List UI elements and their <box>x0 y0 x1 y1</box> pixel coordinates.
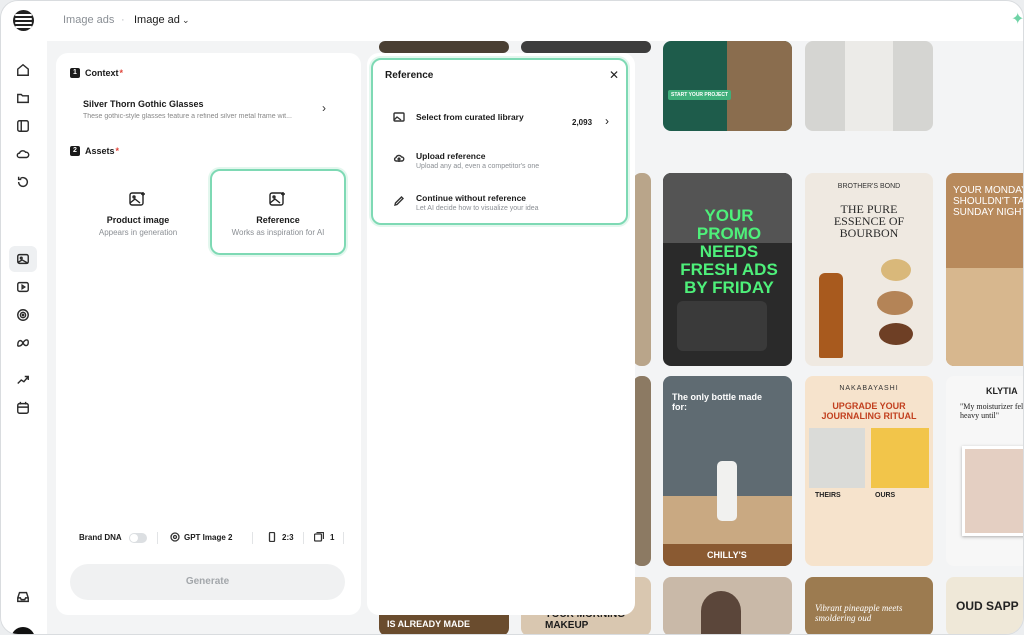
aspect-ratio-selector[interactable]: 2:3 <box>282 533 294 542</box>
gallery-tile[interactable] <box>663 577 792 634</box>
context-description: These gothic-style glasses feature a ref… <box>83 113 292 120</box>
divider <box>252 532 253 544</box>
breadcrumb-separator: · <box>121 14 125 26</box>
upload-reference-subtitle: Upload any ad, even a competitor's one <box>416 163 540 170</box>
brand-dna-toggle[interactable] <box>129 533 147 543</box>
gallery-tile[interactable]: START YOUR PROJECT <box>663 41 792 131</box>
image-count-selector[interactable]: 1 <box>330 533 334 542</box>
gallery-tile[interactable] <box>633 173 651 366</box>
close-icon[interactable]: ✕ <box>609 68 619 82</box>
required-mark: * <box>119 68 124 78</box>
product-image-subtitle: Appears in generation <box>98 228 178 237</box>
divider <box>343 532 344 544</box>
context-title: Silver Thorn Gothic Glasses <box>83 99 204 109</box>
reference-subtitle: Works as inspiration for AI <box>231 228 325 237</box>
gallery-tile[interactable]: NAKABAYASHI UPGRADE YOUR JOURNALING RITU… <box>805 376 933 566</box>
no-reference-title: Continue without reference <box>416 193 527 203</box>
library-icon[interactable] <box>14 117 32 135</box>
gallery-tile[interactable]: OUD SAPP <box>946 577 1023 634</box>
gallery-icon <box>393 110 405 122</box>
breadcrumb-current[interactable]: Image ad <box>134 14 180 26</box>
top-bar: Image ads · Image ad ⌄ ✦ <box>1 1 1024 41</box>
gallery-tile[interactable] <box>805 41 933 131</box>
reference-panel-title: Reference <box>385 70 434 81</box>
history-icon[interactable] <box>14 173 32 191</box>
logo-icon[interactable] <box>13 10 34 31</box>
chevron-down-icon[interactable]: ⌄ <box>182 15 190 26</box>
cloud-icon[interactable] <box>14 145 32 163</box>
required-mark: * <box>115 146 120 156</box>
divider <box>303 532 304 544</box>
chevron-right-icon: › <box>322 101 326 115</box>
cloud-upload-icon <box>393 151 405 163</box>
upload-reference-title: Upload reference <box>416 151 486 161</box>
folder-icon[interactable] <box>14 89 32 107</box>
reference-card[interactable]: Reference Works as inspiration for AI <box>210 169 346 255</box>
product-image-title: Product image <box>106 215 170 225</box>
calendar-icon[interactable] <box>14 399 32 417</box>
reference-title: Reference <box>256 215 300 225</box>
library-count: 2,093 <box>572 118 593 127</box>
avatar[interactable]: A <box>11 627 35 634</box>
context-section-title: 1 Context * <box>70 68 123 78</box>
gallery-tile[interactable]: Vibrant pineapple meets smoldering oud <box>805 577 933 634</box>
reference-options-box: Reference ✕ Select from curated library … <box>371 58 628 225</box>
target-icon[interactable] <box>14 306 32 324</box>
chevron-right-icon: › <box>605 114 609 128</box>
reference-panel: Reference ✕ Select from curated library … <box>367 53 635 615</box>
gallery-tile[interactable]: KLYTIA "My moisturizer felt heavy until" <box>946 376 1023 566</box>
ad-setup-panel: 1 Context * Silver Thorn Gothic Glasses … <box>56 53 361 615</box>
curated-library-title: Select from curated library <box>416 112 524 122</box>
context-label: Context <box>85 68 119 78</box>
brand-dna-label: Brand DNA <box>79 533 122 542</box>
image-add-icon <box>129 192 145 206</box>
trend-icon[interactable] <box>14 371 32 389</box>
assets-section-title: 2 Assets * <box>70 146 119 156</box>
generation-options: Brand DNA GPT Image 2 2:3 1 <box>70 531 355 547</box>
images-count-icon <box>313 531 325 542</box>
gallery-tile[interactable] <box>633 376 651 566</box>
home-icon[interactable] <box>14 61 32 79</box>
gallery-tile[interactable] <box>521 41 651 53</box>
gallery-tile[interactable]: YOUR PROMO NEEDS FRESH ADS BY FRIDAY <box>663 173 792 366</box>
divider <box>157 532 158 544</box>
pencil-icon <box>393 194 405 206</box>
gallery-tile[interactable]: YOUR MONDAY SHOULDN'T TAKE SUNDAY NIGHT <box>946 173 1023 366</box>
product-image-card[interactable]: Product image Appears in generation <box>70 169 206 255</box>
gallery-tile[interactable] <box>379 41 509 53</box>
gallery-tile[interactable]: The only bottle made for: CHILLY'S <box>663 376 792 566</box>
model-selector[interactable]: GPT Image 2 <box>184 533 232 542</box>
no-reference-subtitle: Let AI decide how to visualize your idea <box>416 205 539 212</box>
app-window: Image ads · Image ad ⌄ ✦ A IS ALREADY MA… <box>0 0 1024 635</box>
gallery-tile[interactable]: BROTHER'S BOND THE PURE ESSENCE OF BOURB… <box>805 173 933 366</box>
image-add-icon <box>269 192 285 206</box>
meta-icon[interactable] <box>14 334 32 352</box>
sparkle-icon: ✦ <box>1011 11 1024 28</box>
sidebar: A <box>1 41 47 634</box>
image-ad-icon[interactable] <box>14 250 32 268</box>
breadcrumb-parent[interactable]: Image ads <box>63 14 114 26</box>
section-number: 1 <box>70 68 80 78</box>
assets-label: Assets <box>85 146 115 156</box>
section-number: 2 <box>70 146 80 156</box>
openai-icon <box>170 532 180 542</box>
inbox-icon[interactable] <box>14 588 32 606</box>
video-ad-icon[interactable] <box>14 278 32 296</box>
generate-button[interactable]: Generate <box>70 564 345 600</box>
aspect-ratio-icon <box>267 531 277 543</box>
